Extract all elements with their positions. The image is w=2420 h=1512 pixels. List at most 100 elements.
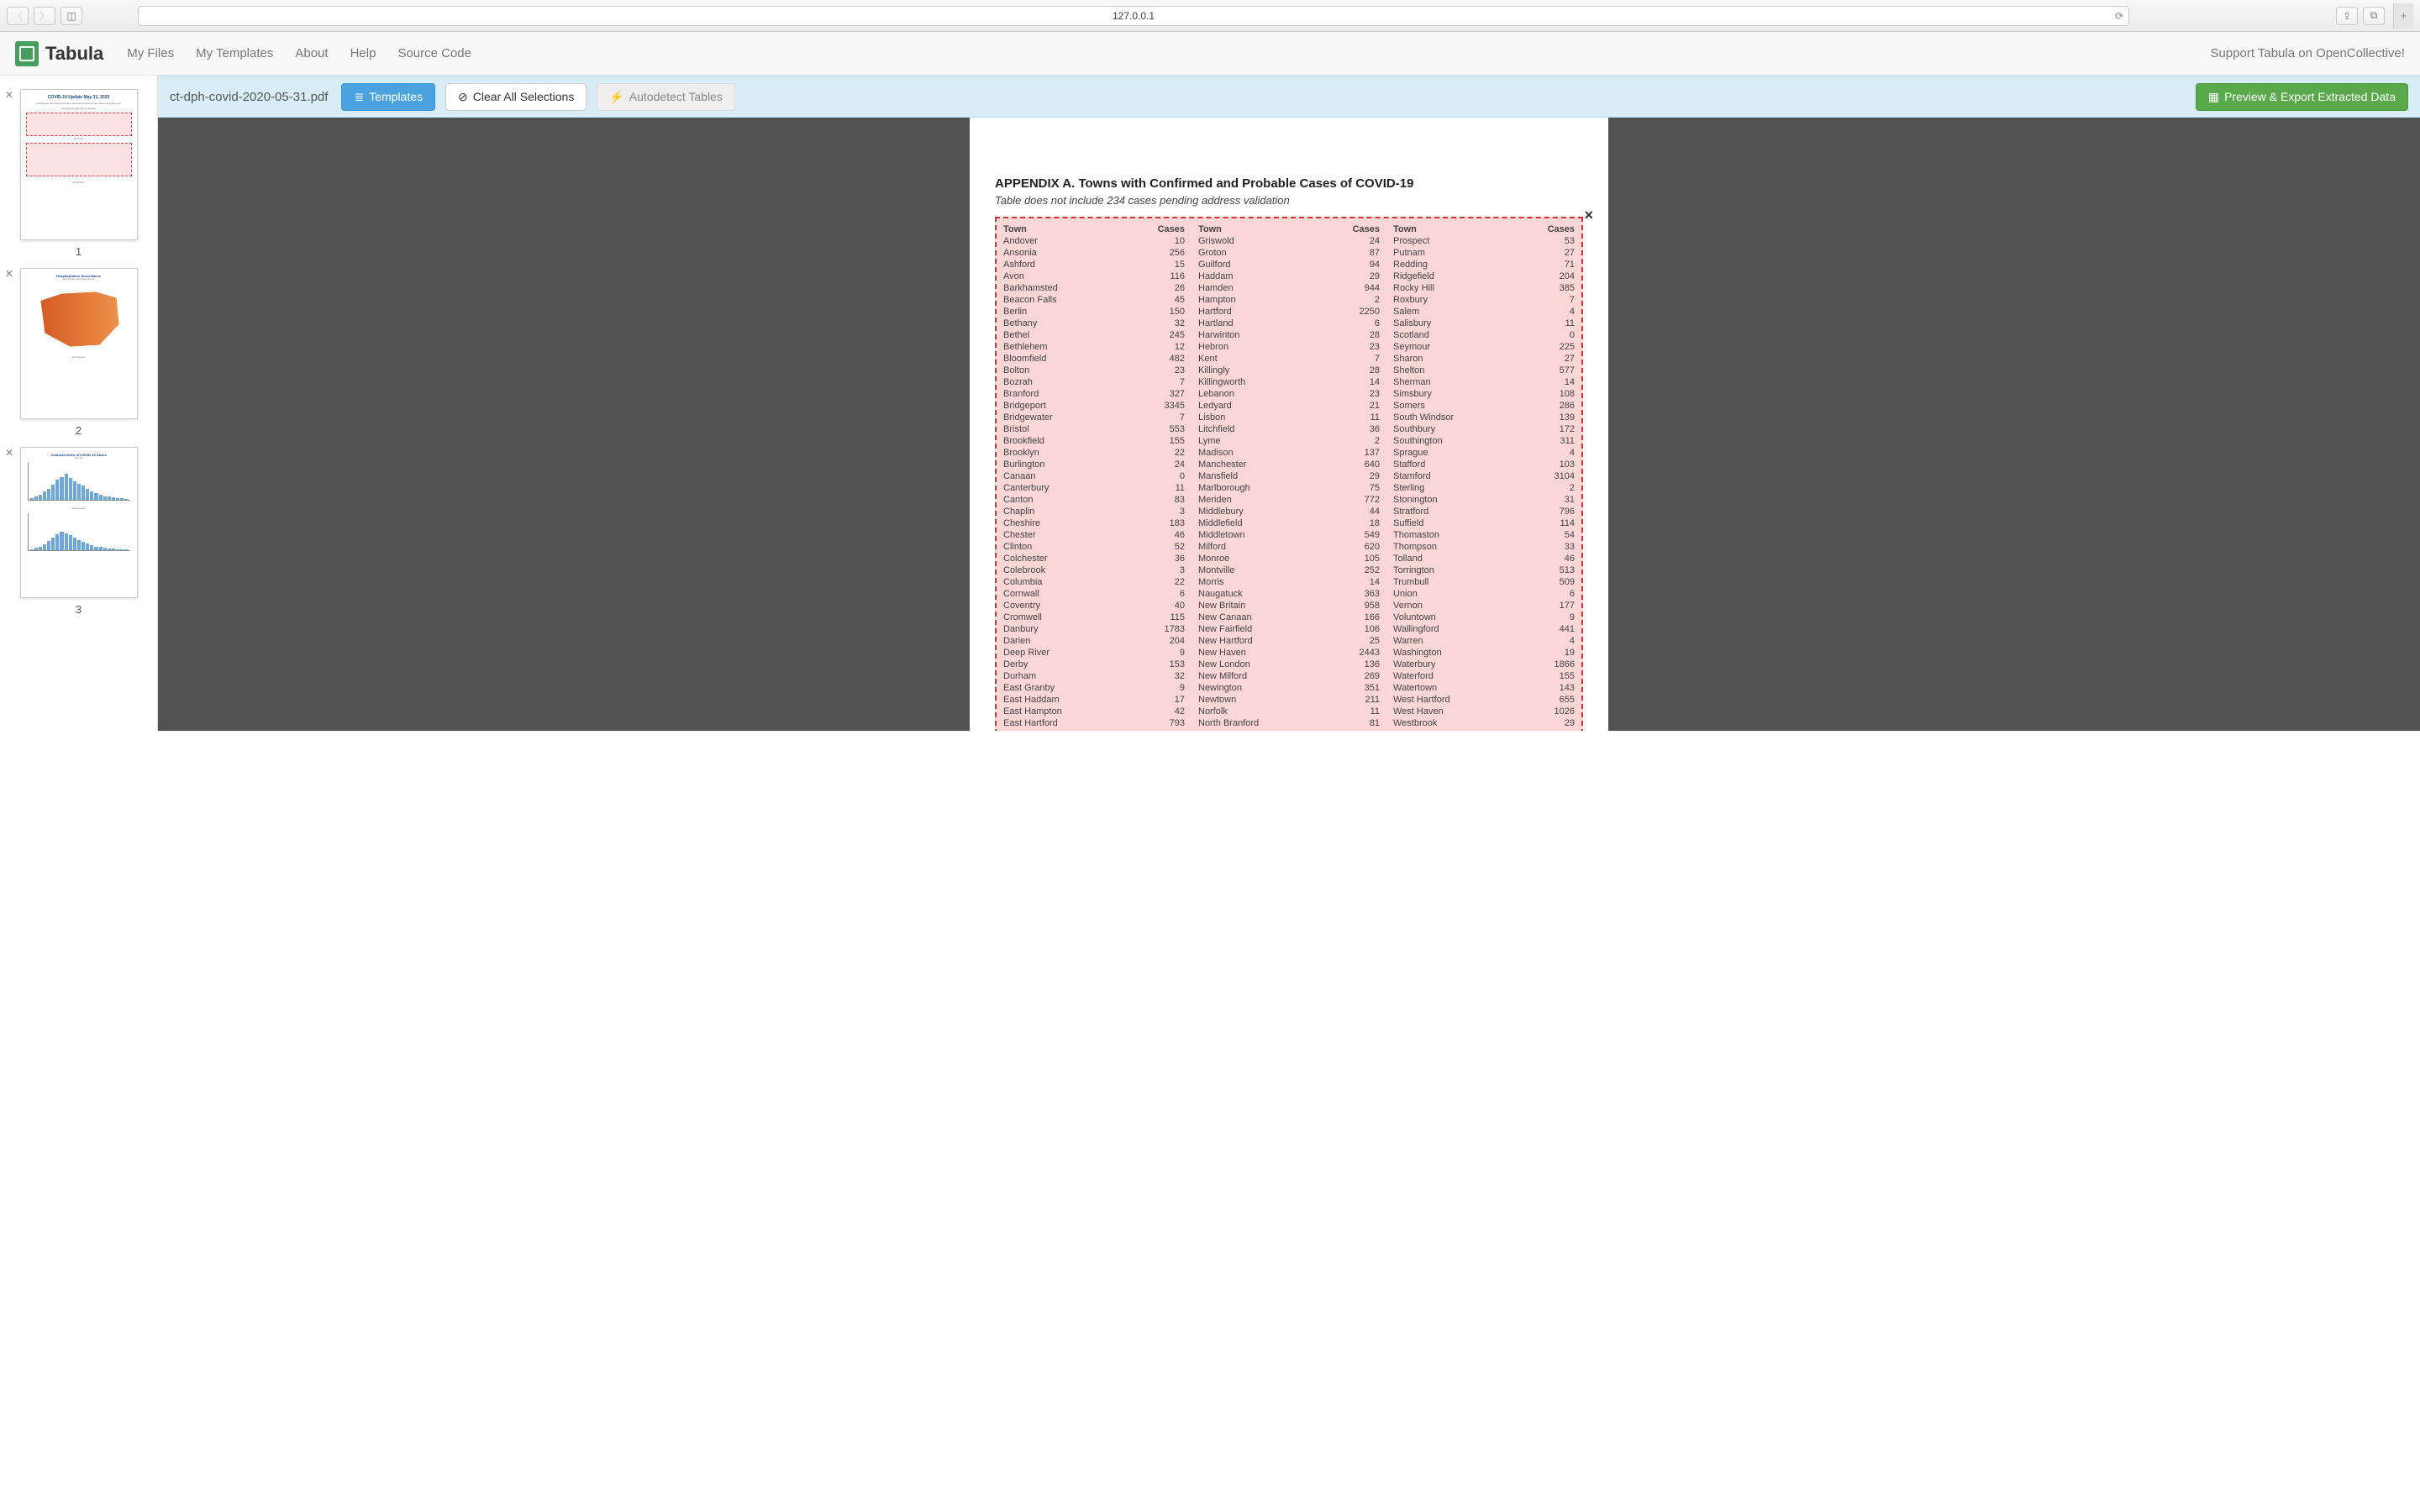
table-row: Thompson33 <box>1393 541 1575 553</box>
nav-source-code[interactable]: Source Code <box>397 46 471 60</box>
table-row: East Hartford793 <box>1003 717 1185 729</box>
table-row: Canaan0 <box>1003 470 1185 482</box>
page-number: 2 <box>15 424 142 437</box>
preview-export-button[interactable]: ▦ Preview & Export Extracted Data <box>2196 83 2408 111</box>
table-row: New Hartford25 <box>1198 635 1380 647</box>
page-number: 1 <box>15 245 142 258</box>
table-row: Morris14 <box>1198 576 1380 588</box>
table-row: Derby153 <box>1003 659 1185 670</box>
table-row: New Britain958 <box>1198 600 1380 612</box>
filename-label: ct-dph-covid-2020-05-31.pdf <box>170 90 328 104</box>
thumbnail-sidebar[interactable]: ✕ COVID-19 Update May 31, 2020 xxxxxxxx … <box>0 76 158 731</box>
table-row: Guilford94 <box>1198 259 1380 270</box>
app-nav: Tabula My Files My Templates About Help … <box>0 32 2420 76</box>
share-button[interactable]: ⇪ <box>2336 7 2358 25</box>
logo-icon <box>15 41 39 66</box>
page-thumbnail[interactable]: Hospitalization Surveillance xxxx xxxx x… <box>20 268 138 419</box>
page-subtitle: Table does not include 234 cases pending… <box>995 194 1583 207</box>
table-row: Ledyard21 <box>1198 400 1380 412</box>
nav-my-files[interactable]: My Files <box>127 46 174 60</box>
table-row: Mansfield29 <box>1198 470 1380 482</box>
table-row: Southington311 <box>1393 435 1575 447</box>
nav-support-link[interactable]: Support Tabula on OpenCollective! <box>2210 46 2405 60</box>
table-row: Sharon27 <box>1393 353 1575 365</box>
table-row: Stafford103 <box>1393 459 1575 470</box>
table-row: Marlborough75 <box>1198 482 1380 494</box>
close-icon[interactable]: ✕ <box>5 89 13 101</box>
new-tab-button[interactable]: + <box>2393 3 2413 29</box>
table-row: Newington351 <box>1198 682 1380 694</box>
table-row: Salem4 <box>1393 306 1575 318</box>
table-row: Hartland6 <box>1198 318 1380 329</box>
nav-help[interactable]: Help <box>350 46 376 60</box>
table-row: Sprague4 <box>1393 447 1575 459</box>
table-row: Somers286 <box>1393 400 1575 412</box>
table-row: Killingworth14 <box>1198 376 1380 388</box>
table-row: New London136 <box>1198 659 1380 670</box>
table-row: Torrington513 <box>1393 564 1575 576</box>
thumbnail-1[interactable]: ✕ COVID-19 Update May 31, 2020 xxxxxxxx … <box>0 86 157 265</box>
table-selection[interactable]: × TownCasesAndover10Ansonia256Ashford15A… <box>995 217 1583 731</box>
table-row: Danbury1783 <box>1003 623 1185 635</box>
table-row: Meriden772 <box>1198 494 1380 506</box>
templates-button[interactable]: ≣ Templates <box>341 83 435 111</box>
template-icon: ≣ <box>354 90 364 104</box>
table-row: Griswold24 <box>1198 235 1380 247</box>
table-row: Harwinton28 <box>1198 329 1380 341</box>
app-logo[interactable]: Tabula <box>15 41 103 66</box>
table-row: Bridgeport3345 <box>1003 400 1185 412</box>
close-icon[interactable]: ✕ <box>5 268 13 280</box>
page-thumbnail[interactable]: COVID-19 Update May 31, 2020 xxxxxxxx xx… <box>20 89 138 240</box>
table-row: Haddam29 <box>1198 270 1380 282</box>
table-row: Stamford3104 <box>1393 470 1575 482</box>
reload-icon[interactable]: ⟳ <box>2115 10 2123 22</box>
table-row: New Milford269 <box>1198 670 1380 682</box>
table-row: East Haddam17 <box>1003 694 1185 706</box>
table-row: Groton87 <box>1198 247 1380 259</box>
table-row: Montville252 <box>1198 564 1380 576</box>
clear-selections-button[interactable]: ⊘ Clear All Selections <box>445 83 587 111</box>
sidebar-toggle-button[interactable]: ◫ <box>60 7 82 25</box>
url-bar[interactable]: 127.0.0.1 ⟳ <box>138 6 2129 26</box>
table-row: Chester46 <box>1003 529 1185 541</box>
page-title: APPENDIX A. Towns with Confirmed and Pro… <box>995 176 1583 191</box>
table-row: Barkhamsted26 <box>1003 282 1185 294</box>
table-row: Andover10 <box>1003 235 1185 247</box>
table-row: Milford620 <box>1198 541 1380 553</box>
table-icon: ▦ <box>2208 90 2219 104</box>
table-row: Bethany32 <box>1003 318 1185 329</box>
table-row: Branford327 <box>1003 388 1185 400</box>
thumbnail-2[interactable]: ✕ Hospitalization Surveillance xxxx xxxx… <box>0 265 157 444</box>
table-row: Rocky Hill385 <box>1393 282 1575 294</box>
pdf-page[interactable]: APPENDIX A. Towns with Confirmed and Pro… <box>970 118 1608 731</box>
table-row: Lisbon11 <box>1198 412 1380 423</box>
nav-about[interactable]: About <box>295 46 328 60</box>
table-row: Cheshire183 <box>1003 517 1185 529</box>
table-row: Bolton23 <box>1003 365 1185 376</box>
forward-button[interactable]: 〉 <box>34 7 55 25</box>
table-row: Wallingford441 <box>1393 623 1575 635</box>
close-icon[interactable]: ✕ <box>5 447 13 459</box>
back-button[interactable]: 〈 <box>7 7 29 25</box>
table-row: Westbrook29 <box>1393 717 1575 729</box>
table-row: Warren4 <box>1393 635 1575 647</box>
selection-close-icon[interactable]: × <box>1584 207 1593 224</box>
table-row: Ridgefield204 <box>1393 270 1575 282</box>
thumbnail-3[interactable]: ✕ Characteristics of COVID-19 Cases xxxx… <box>0 444 157 622</box>
nav-my-templates[interactable]: My Templates <box>196 46 273 60</box>
pdf-viewer[interactable]: ct-dph-covid-2020-05-31.pdf ≣ Templates … <box>158 76 2420 731</box>
table-row: North Canaan6 <box>1198 729 1380 731</box>
table-row: Waterford155 <box>1393 670 1575 682</box>
table-row: Trumbull509 <box>1393 576 1575 588</box>
table-row: Washington19 <box>1393 647 1575 659</box>
table-row: Roxbury7 <box>1393 294 1575 306</box>
table-row: Middletown549 <box>1198 529 1380 541</box>
table-row: Hartford2250 <box>1198 306 1380 318</box>
tabs-button[interactable]: ⧉ <box>2363 7 2385 25</box>
table-row: New Haven2443 <box>1198 647 1380 659</box>
table-row: Naugatuck363 <box>1198 588 1380 600</box>
table-row: Bozrah7 <box>1003 376 1185 388</box>
table-row: Litchfield36 <box>1198 423 1380 435</box>
page-thumbnail[interactable]: Characteristics of COVID-19 Cases xxxx x… <box>20 447 138 598</box>
autodetect-button[interactable]: ⚡ Autodetect Tables <box>597 83 734 111</box>
